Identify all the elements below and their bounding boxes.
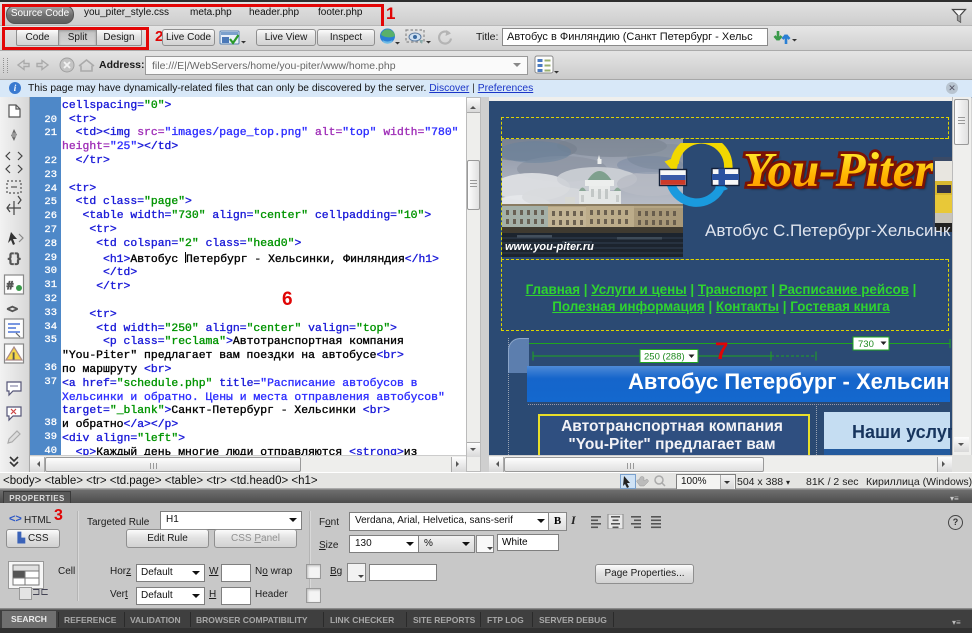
svg-text:#: # <box>7 280 14 292</box>
svg-text:!: ! <box>13 352 15 361</box>
svg-text:250 (288): 250 (288) <box>644 352 685 363</box>
svg-text:730: 730 <box>858 339 874 350</box>
svg-text:{}: {} <box>7 252 21 266</box>
svg-text:<>: <> <box>7 305 18 315</box>
